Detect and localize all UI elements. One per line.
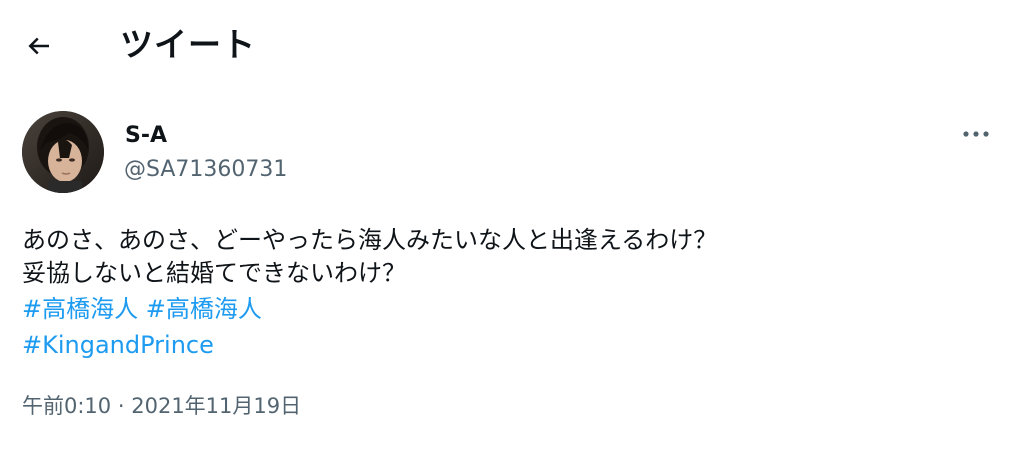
tweet-timestamp: 午前0:10 · 2021年11月19日: [22, 391, 301, 421]
hashtag-line: #高橋海人 #高橋海人: [22, 291, 262, 327]
timestamp-separator: ·: [117, 394, 125, 418]
tweet-detail-page: ツイート S-A @SA71360731 あのさ、あのさ、どーやったら海人みたい…: [0, 0, 1024, 451]
user-avatar: [22, 111, 104, 193]
page-header: ツイート: [0, 0, 1024, 88]
hashtag-line: #KingandPrince: [22, 327, 214, 363]
author-display-name[interactable]: S-A: [125, 122, 167, 150]
more-horizontal-icon: [963, 131, 989, 137]
avatar[interactable]: [22, 111, 104, 193]
tweet-time[interactable]: 午前0:10: [22, 394, 111, 418]
tweet-text-line: あのさ、あのさ、どーやったら海人みたいな人と出逢えるわけ？: [22, 226, 718, 254]
author-handle[interactable]: @SA71360731: [124, 155, 287, 185]
back-button[interactable]: [18, 25, 60, 67]
more-options-button[interactable]: [955, 117, 997, 151]
hashtag-link[interactable]: #高橋海人: [146, 295, 262, 323]
hashtag-link[interactable]: #高橋海人: [22, 295, 138, 323]
hashtag-link[interactable]: #KingandPrince: [22, 331, 214, 359]
arrow-left-icon: [28, 37, 49, 55]
page-title: ツイート: [120, 25, 256, 64]
tweet-text-line: 妥協しないと結婚てできないわけ？: [22, 259, 406, 287]
tweet-date[interactable]: 2021年11月19日: [131, 394, 301, 418]
